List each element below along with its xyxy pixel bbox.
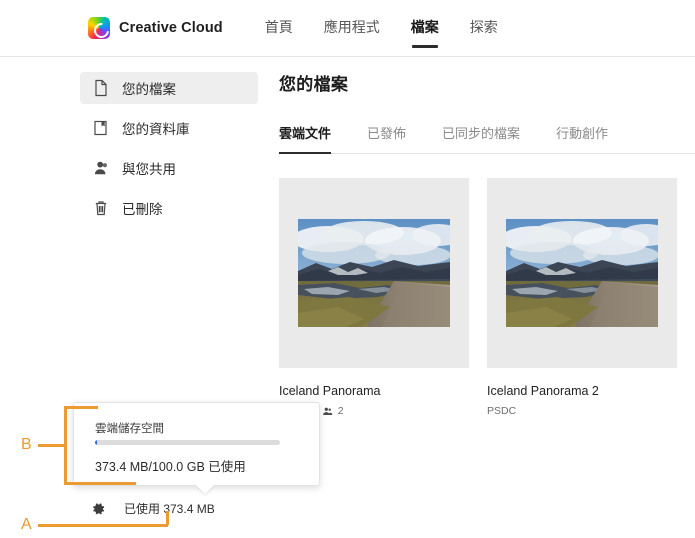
storage-statusbar: 已使用 373.4 MB [90,500,215,517]
sidebar-label-shared-with-you: 與您共用 [122,162,176,177]
annotation-marker-b: B [21,436,32,453]
storage-progress-fill [95,440,98,445]
annotation-bracket-b-bottom [64,482,136,485]
file-card[interactable]: Iceland Panorama 2 PSDC [487,178,677,417]
nav-item-apps[interactable]: 應用程式 [324,0,380,57]
nav-item-home[interactable]: 首頁 [265,0,293,57]
annotation-marker-a: A [21,516,32,533]
person-icon [92,159,110,177]
brand-name: Creative Cloud [119,20,223,36]
tab-synced-files[interactable]: 已同步的檔案 [442,123,520,153]
sidebar-item-deleted[interactable]: 已刪除 [80,192,258,224]
sidebar-item-your-files[interactable]: 您的檔案 [80,72,258,104]
file-title: Iceland Panorama 2 [487,384,599,398]
sidebar: 您的檔案 您的資料庫 與您共用 已刪除 [80,72,258,232]
document-icon [92,79,110,97]
sidebar-item-your-libraries[interactable]: 您的資料庫 [80,112,258,144]
creative-cloud-logo-icon [88,17,110,39]
storage-label: 雲端儲存空間 [95,423,164,435]
sidebar-label-your-libraries: 您的資料庫 [122,122,190,137]
creative-cloud-files-window: Creative Cloud 首頁 應用程式 檔案 探索 您的檔案 您的資料庫 … [0,0,695,538]
shared-count: 2 [337,405,344,417]
file-card[interactable]: Iceland Panorama PSDC • 2 [279,178,469,417]
annotation-bracket-b-top [64,406,98,409]
file-type-label: PSDC [487,405,517,417]
main-content: 您的檔案 雲端文件 已發佈 已同步的檔案 行動創作 Iceland Panora… [279,70,695,417]
tab-published[interactable]: 已發佈 [367,123,406,153]
sidebar-label-your-files: 您的檔案 [122,82,176,97]
file-thumbnail[interactable] [279,178,469,368]
file-thumbnail[interactable] [487,178,677,368]
gear-icon[interactable] [90,501,106,517]
tab-mobile-creations[interactable]: 行動創作 [556,123,608,153]
storage-used-text: 已使用 373.4 MB [124,502,215,516]
storage-usage-text: 373.4 MB/100.0 GB 已使用 [95,460,246,474]
annotation-line-a [38,524,168,527]
content-tabs: 雲端文件 已發佈 已同步的檔案 行動創作 [279,123,695,154]
sidebar-item-shared-with-you[interactable]: 與您共用 [80,152,258,184]
iceland-panorama-2-image [506,219,658,327]
library-icon [92,119,110,137]
storage-progress-bar [95,440,280,445]
file-meta: PSDC [487,405,677,417]
file-card-grid: Iceland Panorama PSDC • 2 [279,178,695,417]
page-title: 您的檔案 [279,75,349,94]
annotation-bracket-b-vertical [64,406,67,484]
file-title: Iceland Panorama [279,384,381,398]
nav-item-files[interactable]: 檔案 [411,0,439,57]
app-header: Creative Cloud 首頁 應用程式 檔案 探索 [0,0,695,57]
people-icon [322,406,333,417]
storage-tooltip: 雲端儲存空間 373.4 MB/100.0 GB 已使用 [73,402,320,486]
annotation-line-a-riser [166,511,169,525]
top-navigation: 首頁 應用程式 檔案 探索 [265,0,529,57]
tab-cloud-documents[interactable]: 雲端文件 [279,123,332,154]
annotation-line-b-stub [38,444,66,447]
sidebar-label-deleted: 已刪除 [122,202,163,217]
iceland-panorama-image [298,219,450,327]
brand[interactable]: Creative Cloud [88,17,223,39]
nav-item-discover[interactable]: 探索 [470,0,498,57]
trash-icon [92,199,110,217]
